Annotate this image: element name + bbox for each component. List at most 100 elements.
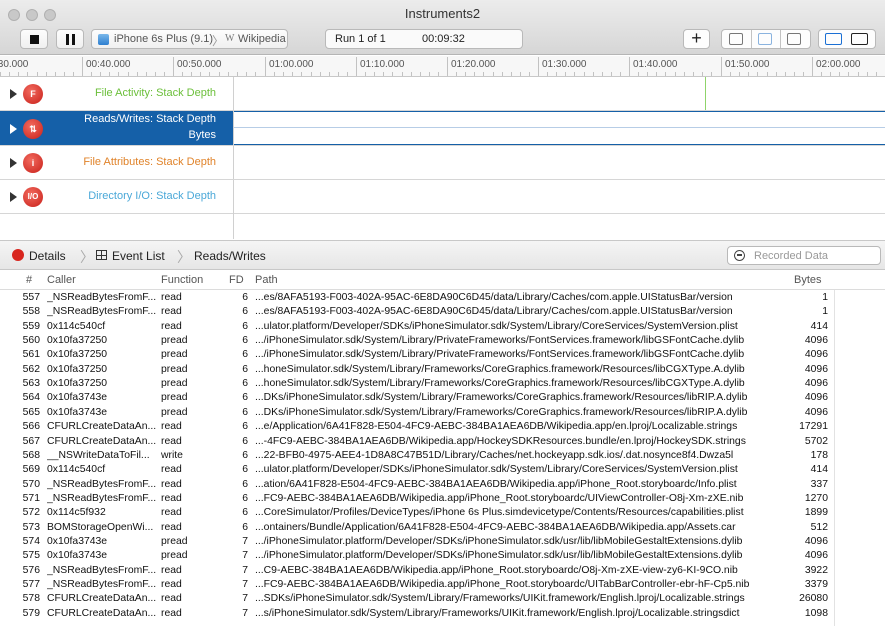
device-icon: [98, 34, 109, 45]
row-number: 575: [22, 550, 40, 562]
table-row[interactable]: 570 _NSReadBytesFromF... read 6 ...ation/6A4…: [0, 478, 885, 492]
target-device-label: iPhone 6s Plus (9.1): [114, 33, 214, 45]
table-row[interactable]: 571 _NSReadBytesFromF... read 6 ...FC9-AEBC-…: [0, 492, 885, 506]
function-cell: read: [161, 292, 182, 303]
track-lane[interactable]: [233, 111, 885, 145]
track-name: Directory I/O: Stack Depth: [88, 190, 216, 202]
path-cell: ...FC9-AEBC-384BA1AEA6DB/Wikipedia.app/i…: [255, 579, 750, 590]
stop-recording-button[interactable]: [20, 29, 48, 49]
timeline-ruler[interactable]: :30.000 00:40.000 00:50.000 01:00.000 01:10.…: [0, 56, 885, 77]
bytes-cell: 1: [822, 306, 828, 318]
disclosure-triangle-icon[interactable]: [10, 124, 17, 134]
inspector-panel-toggle-icon[interactable]: [851, 33, 868, 45]
table-row[interactable]: 564 0x10fa3743e pread 6 ...DKs/iPhoneSimulat…: [0, 391, 885, 405]
bytes-cell: 1098: [804, 607, 828, 619]
row-number: 579: [22, 607, 40, 619]
path-cell: .../iPhoneSimulator.platform/Developer/S…: [255, 535, 743, 547]
bytes-cell: 4096: [804, 392, 828, 404]
table-row[interactable]: 557 _NSReadBytesFromF... read 6 ...es/8AFA51…: [0, 291, 885, 305]
table-row[interactable]: 562 0x10fa37250 pread 6 ...honeSimulator.sdk…: [0, 363, 885, 377]
table-row[interactable]: 572 0x114c5f932 read 6 ...CoreSimulator/Prof…: [0, 506, 885, 520]
recorded-data-search[interactable]: Recorded Data: [727, 246, 881, 265]
track-name: Reads/Writes: Stack Depth: [84, 113, 216, 125]
display-settings-icon[interactable]: [758, 33, 772, 45]
table-row[interactable]: 574 0x10fa3743e pread 7 .../iPhoneSimulator.…: [0, 535, 885, 549]
table-row[interactable]: 567 CFURLCreateDataAn... read 6 ...-4FC9-AEB…: [0, 435, 885, 449]
table-row[interactable]: 561 0x10fa37250 pread 6 .../iPhoneSimulator.…: [0, 348, 885, 362]
track-subname: Bytes: [188, 129, 216, 141]
pause-recording-button[interactable]: [56, 29, 84, 49]
row-number: 574: [22, 535, 40, 547]
detail-navigation-bar: Details 〉 Event List 〉 Reads/Writes Reco…: [0, 240, 885, 270]
track-directory-io[interactable]: I/O Directory I/O: Stack Depth: [0, 180, 885, 214]
reads-writes-jump-button[interactable]: Reads/Writes: [194, 249, 266, 263]
extended-detail-settings-icon[interactable]: [787, 33, 801, 45]
path-cell: ...CoreSimulator/Profiles/DeviceTypes/iP…: [255, 507, 744, 519]
function-cell: read: [161, 306, 182, 318]
record-settings-icon[interactable]: [729, 33, 743, 45]
caller-cell: 0x10fa3743e: [47, 392, 108, 404]
table-row[interactable]: 579 CFURLCreateDataAn... read 7 ...s/iPhoneS…: [0, 607, 885, 621]
path-cell: ...ontainers/Bundle/Application/6A41F828…: [255, 521, 736, 533]
track-file-activity[interactable]: F File Activity: Stack Depth: [0, 77, 885, 111]
track-name: File Activity: Stack Depth: [94, 87, 216, 99]
table-row[interactable]: 578 CFURLCreateDataAn... read 7 ...SDKs/iPho…: [0, 592, 885, 606]
disclosure-triangle-icon[interactable]: [10, 89, 17, 99]
path-cell: ...22-BFB0-4975-AEE4-1D8A8C47B51D/Librar…: [255, 449, 734, 461]
caller-cell: _NSReadBytesFromF...: [47, 292, 157, 303]
track-lane[interactable]: [233, 180, 885, 213]
column-header-path[interactable]: Path: [255, 274, 278, 286]
table-row[interactable]: 558 _NSReadBytesFromF... read 6 ...es/8AFA51…: [0, 305, 885, 319]
bytes-cell: 4096: [804, 349, 828, 361]
function-cell: pread: [161, 335, 188, 347]
track-lane[interactable]: [233, 146, 885, 179]
table-row[interactable]: 559 0x114c540cf read 6 ...ulator.platform/De…: [0, 320, 885, 334]
column-header-fd[interactable]: FD: [229, 274, 244, 286]
table-row[interactable]: 573 BOMStorageOpenWi... read 6 ...ontainers/…: [0, 521, 885, 535]
table-row[interactable]: 568 __NSWriteDataToFil... write 6 ...22-BFB0…: [0, 449, 885, 463]
directory-io-icon: I/O: [23, 187, 43, 207]
path-cell: ...DKs/iPhoneSimulator.sdk/System/Librar…: [255, 406, 748, 418]
time-tick-label: 02:00.000: [816, 59, 861, 70]
bytes-cell: 1: [822, 292, 828, 303]
function-cell: pread: [161, 363, 188, 375]
row-number: 567: [22, 435, 40, 447]
disclosure-triangle-icon[interactable]: [10, 158, 17, 168]
table-row[interactable]: 560 0x10fa37250 pread 6 .../iPhoneSimulator.…: [0, 334, 885, 348]
table-row[interactable]: 575 0x10fa3743e pread 7 .../iPhoneSimulator.…: [0, 549, 885, 563]
time-tick-label: 01:10.000: [360, 59, 405, 70]
column-header-bytes[interactable]: Bytes: [794, 274, 822, 286]
function-cell: read: [161, 478, 182, 490]
details-jump-button[interactable]: Details: [29, 249, 66, 263]
column-header-function[interactable]: Function: [161, 274, 203, 286]
row-number: 564: [22, 392, 40, 404]
path-cell: ...es/8AFA5193-F003-402A-95AC-6E8DA90C6D…: [255, 292, 733, 303]
row-number: 571: [22, 492, 40, 504]
table-row[interactable]: 576 _NSReadBytesFromF... read 7 ...C9-AEBC-3…: [0, 564, 885, 578]
column-header-num[interactable]: #: [26, 274, 32, 286]
table-row[interactable]: 563 0x10fa37250 pread 6 ...honeSimulator.sdk…: [0, 377, 885, 391]
track-lane[interactable]: [233, 77, 885, 110]
caller-cell: __NSWriteDataToFil...: [47, 449, 150, 461]
run-status[interactable]: Run 1 of 1 00:09:32: [325, 29, 523, 49]
fd-cell: 6: [242, 306, 248, 318]
function-cell: pread: [161, 349, 188, 361]
disclosure-triangle-icon[interactable]: [10, 192, 17, 202]
event-list-jump-button[interactable]: Event List: [112, 249, 165, 263]
run-time: 00:09:32: [422, 33, 465, 45]
chevron-right-icon: 〉: [80, 249, 94, 265]
table-row[interactable]: 565 0x10fa3743e pread 6 ...DKs/iPhoneSimulat…: [0, 406, 885, 420]
table-row[interactable]: 577 _NSReadBytesFromF... read 7 ...FC9-AEBC-…: [0, 578, 885, 592]
table-row[interactable]: 566 CFURLCreateDataAn... read 6 ...e/Applica…: [0, 420, 885, 434]
bytes-cell: 4096: [804, 406, 828, 418]
column-header-caller[interactable]: Caller: [47, 274, 76, 286]
bytes-cell: 1899: [804, 507, 828, 519]
add-instrument-button[interactable]: +: [683, 29, 710, 49]
detail-panel-toggle-icon[interactable]: [825, 33, 842, 45]
table-row[interactable]: 569 0x114c540cf read 6 ...ulator.platform/De…: [0, 463, 885, 477]
track-file-attributes[interactable]: i File Attributes: Stack Depth: [0, 146, 885, 180]
target-selector[interactable]: iPhone 6s Plus (9.1) 〉 W Wikipedia: [91, 29, 288, 49]
track-reads-writes[interactable]: ⇅ Reads/Writes: Stack Depth Bytes: [0, 111, 885, 146]
run-label: Run 1 of 1: [335, 33, 386, 45]
bytes-cell: 5702: [804, 435, 828, 447]
